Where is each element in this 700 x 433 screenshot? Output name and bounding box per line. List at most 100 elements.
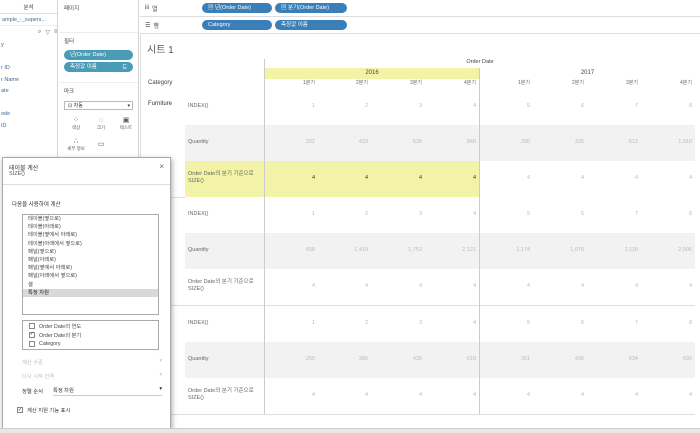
tooltip-button[interactable]: ▭ xyxy=(90,136,112,154)
row-pill-category[interactable]: Category xyxy=(202,20,272,30)
measure-name-label[interactable]: Order Date의 분기 기준으로 SIZE() xyxy=(188,171,260,185)
compute-option[interactable]: 특정 차원 xyxy=(23,288,158,297)
table-cell[interactable]: 4 xyxy=(426,283,479,289)
sheet-title[interactable]: 시트 1 xyxy=(147,41,174,56)
dimension-checkbox[interactable] xyxy=(29,340,35,347)
table-cell[interactable]: 6 xyxy=(534,103,587,109)
dimension-item[interactable]: ✓ Order Date의 분기 xyxy=(23,330,158,339)
table-cell[interactable]: 1,174 xyxy=(480,247,533,253)
table-cell[interactable]: 4 xyxy=(426,103,479,109)
table-cell[interactable]: 4 xyxy=(588,283,641,289)
table-cell[interactable]: 5 xyxy=(480,320,533,326)
table-cell[interactable]: 2,906 xyxy=(642,247,695,253)
quarter-header[interactable]: 3분기 xyxy=(372,79,425,86)
filter-pill-measure-names[interactable]: 측정값 이름 ⊑ xyxy=(64,62,133,72)
table-cell[interactable]: 4 xyxy=(265,283,318,289)
year-header-2016[interactable]: 2016 xyxy=(265,68,479,79)
field-item[interactable]: r Name xyxy=(0,75,57,87)
table-cell[interactable]: 7 xyxy=(588,320,641,326)
table-cell[interactable]: 2,121 xyxy=(426,247,479,253)
table-cell[interactable]: 1,676 xyxy=(534,247,587,253)
table-cell[interactable]: 658 xyxy=(265,247,318,253)
compute-option[interactable]: 셀 xyxy=(23,281,158,289)
column-pill-quarter[interactable]: ▤ 분기(Order Date) xyxy=(275,3,347,13)
table-cell[interactable]: 4 xyxy=(642,283,695,289)
table-cell[interactable]: 4 xyxy=(642,392,695,398)
table-cell[interactable]: 4 xyxy=(318,175,371,181)
table-cell[interactable]: 1 xyxy=(265,211,318,217)
table-cell[interactable]: 4 xyxy=(588,175,641,181)
compute-option[interactable]: 테이블(아래에서 옆으로) xyxy=(23,240,158,248)
table-cell[interactable]: 438 xyxy=(534,356,587,362)
table-cell[interactable]: 6 xyxy=(534,320,587,326)
measure-name-label[interactable]: Order Date의 분기 기준으로 SIZE() xyxy=(188,388,260,402)
compute-option[interactable]: 테이블(아래로) xyxy=(23,223,158,231)
quarter-header[interactable]: 1분기 xyxy=(265,79,318,86)
dimension-item[interactable]: Order Date의 연도 xyxy=(23,321,158,330)
table-cell[interactable]: 332 xyxy=(265,139,318,145)
table-cell[interactable]: 4 xyxy=(426,320,479,326)
column-pill-year[interactable]: ▤ 년(Order Date) xyxy=(202,3,272,13)
dimension-checkbox[interactable] xyxy=(29,322,35,329)
table-cell[interactable]: 335 xyxy=(534,139,587,145)
measure-name-label[interactable]: Quantity xyxy=(188,247,260,254)
compute-option[interactable]: 패널(아래에서 옆으로) xyxy=(23,272,158,280)
category-name[interactable]: Furniture xyxy=(148,101,172,107)
table-cell[interactable]: 2 xyxy=(318,211,371,217)
compute-option[interactable]: 테이블(옆에서 아래로) xyxy=(23,231,158,239)
table-cell[interactable]: 848 xyxy=(426,139,479,145)
measure-name-label[interactable]: Quantity xyxy=(188,139,260,146)
field-item[interactable] xyxy=(0,98,57,110)
sort-order-select[interactable]: 특정 차원 ▾ xyxy=(52,386,162,396)
quarter-header[interactable]: 4분기 xyxy=(642,79,695,86)
table-cell[interactable]: 612 xyxy=(588,139,641,145)
field-item[interactable]: y xyxy=(0,40,57,52)
table-cell[interactable]: 7 xyxy=(588,103,641,109)
table-cell[interactable]: 4 xyxy=(642,175,695,181)
table-cell[interactable]: 1,752 xyxy=(372,247,425,253)
table-cell[interactable]: 7 xyxy=(588,211,641,217)
measure-name-label[interactable]: INDEX() xyxy=(188,211,260,218)
table-cell[interactable]: 1 xyxy=(265,103,318,109)
quarter-header[interactable]: 2분기 xyxy=(534,79,587,86)
table-cell[interactable]: 4 xyxy=(265,175,318,181)
table-cell[interactable]: 3 xyxy=(372,103,425,109)
table-cell[interactable]: 4 xyxy=(534,175,587,181)
view-list-icon[interactable]: ≡ xyxy=(54,29,57,35)
dimension-item[interactable]: Category xyxy=(23,339,158,348)
table-cell[interactable]: 4 xyxy=(426,392,479,398)
table-cell[interactable]: 2 xyxy=(318,320,371,326)
table-cell[interactable]: 618 xyxy=(426,356,479,362)
show-calc-checkbox[interactable]: ✓ xyxy=(17,407,23,413)
table-cell[interactable]: 8 xyxy=(642,320,695,326)
table-cell[interactable]: 4 xyxy=(265,392,318,398)
mark-type-select[interactable]: ⊡ 자동 ▾ xyxy=(64,101,133,110)
chevron-down-icon[interactable]: ▾ xyxy=(159,358,162,366)
table-cell[interactable]: 536 xyxy=(372,139,425,145)
table-cell[interactable]: 1,419 xyxy=(318,247,371,253)
table-cell[interactable]: 361 xyxy=(480,356,533,362)
dimension-checkbox[interactable]: ✓ xyxy=(29,331,35,338)
table-cell[interactable]: 4 xyxy=(534,392,587,398)
table-cell[interactable]: 290 xyxy=(480,139,533,145)
field-item[interactable] xyxy=(0,52,57,64)
measure-name-label[interactable]: Order Date의 분기 기준으로 SIZE() xyxy=(188,279,260,293)
table-cell[interactable]: 5 xyxy=(480,211,533,217)
field-item[interactable]: ate xyxy=(0,86,57,98)
table-cell[interactable]: 438 xyxy=(372,356,425,362)
size-button[interactable]: ◌ 크기 xyxy=(90,115,112,133)
table-cell[interactable]: 386 xyxy=(318,356,371,362)
compute-option[interactable]: 패널(옆에서 아래로) xyxy=(23,264,158,272)
table-cell[interactable]: 1 xyxy=(265,320,318,326)
field-item[interactable]: r ID xyxy=(0,63,57,75)
compute-option[interactable]: 패널(옆으로) xyxy=(23,248,158,256)
table-cell[interactable]: 255 xyxy=(265,356,318,362)
measure-name-label[interactable]: INDEX() xyxy=(188,103,260,110)
table-cell[interactable]: 8 xyxy=(642,211,695,217)
datasource-name[interactable]: ample_-_supers... xyxy=(0,14,57,26)
table-cell[interactable]: 4 xyxy=(480,392,533,398)
compute-option[interactable]: 테이블(옆으로) xyxy=(23,215,158,223)
table-cell[interactable]: 3 xyxy=(372,320,425,326)
show-calc-assistance[interactable]: ✓ 계산 지원 기능 표시 xyxy=(17,406,70,414)
detail-button[interactable]: ∴ 세부 정보 xyxy=(65,136,87,154)
